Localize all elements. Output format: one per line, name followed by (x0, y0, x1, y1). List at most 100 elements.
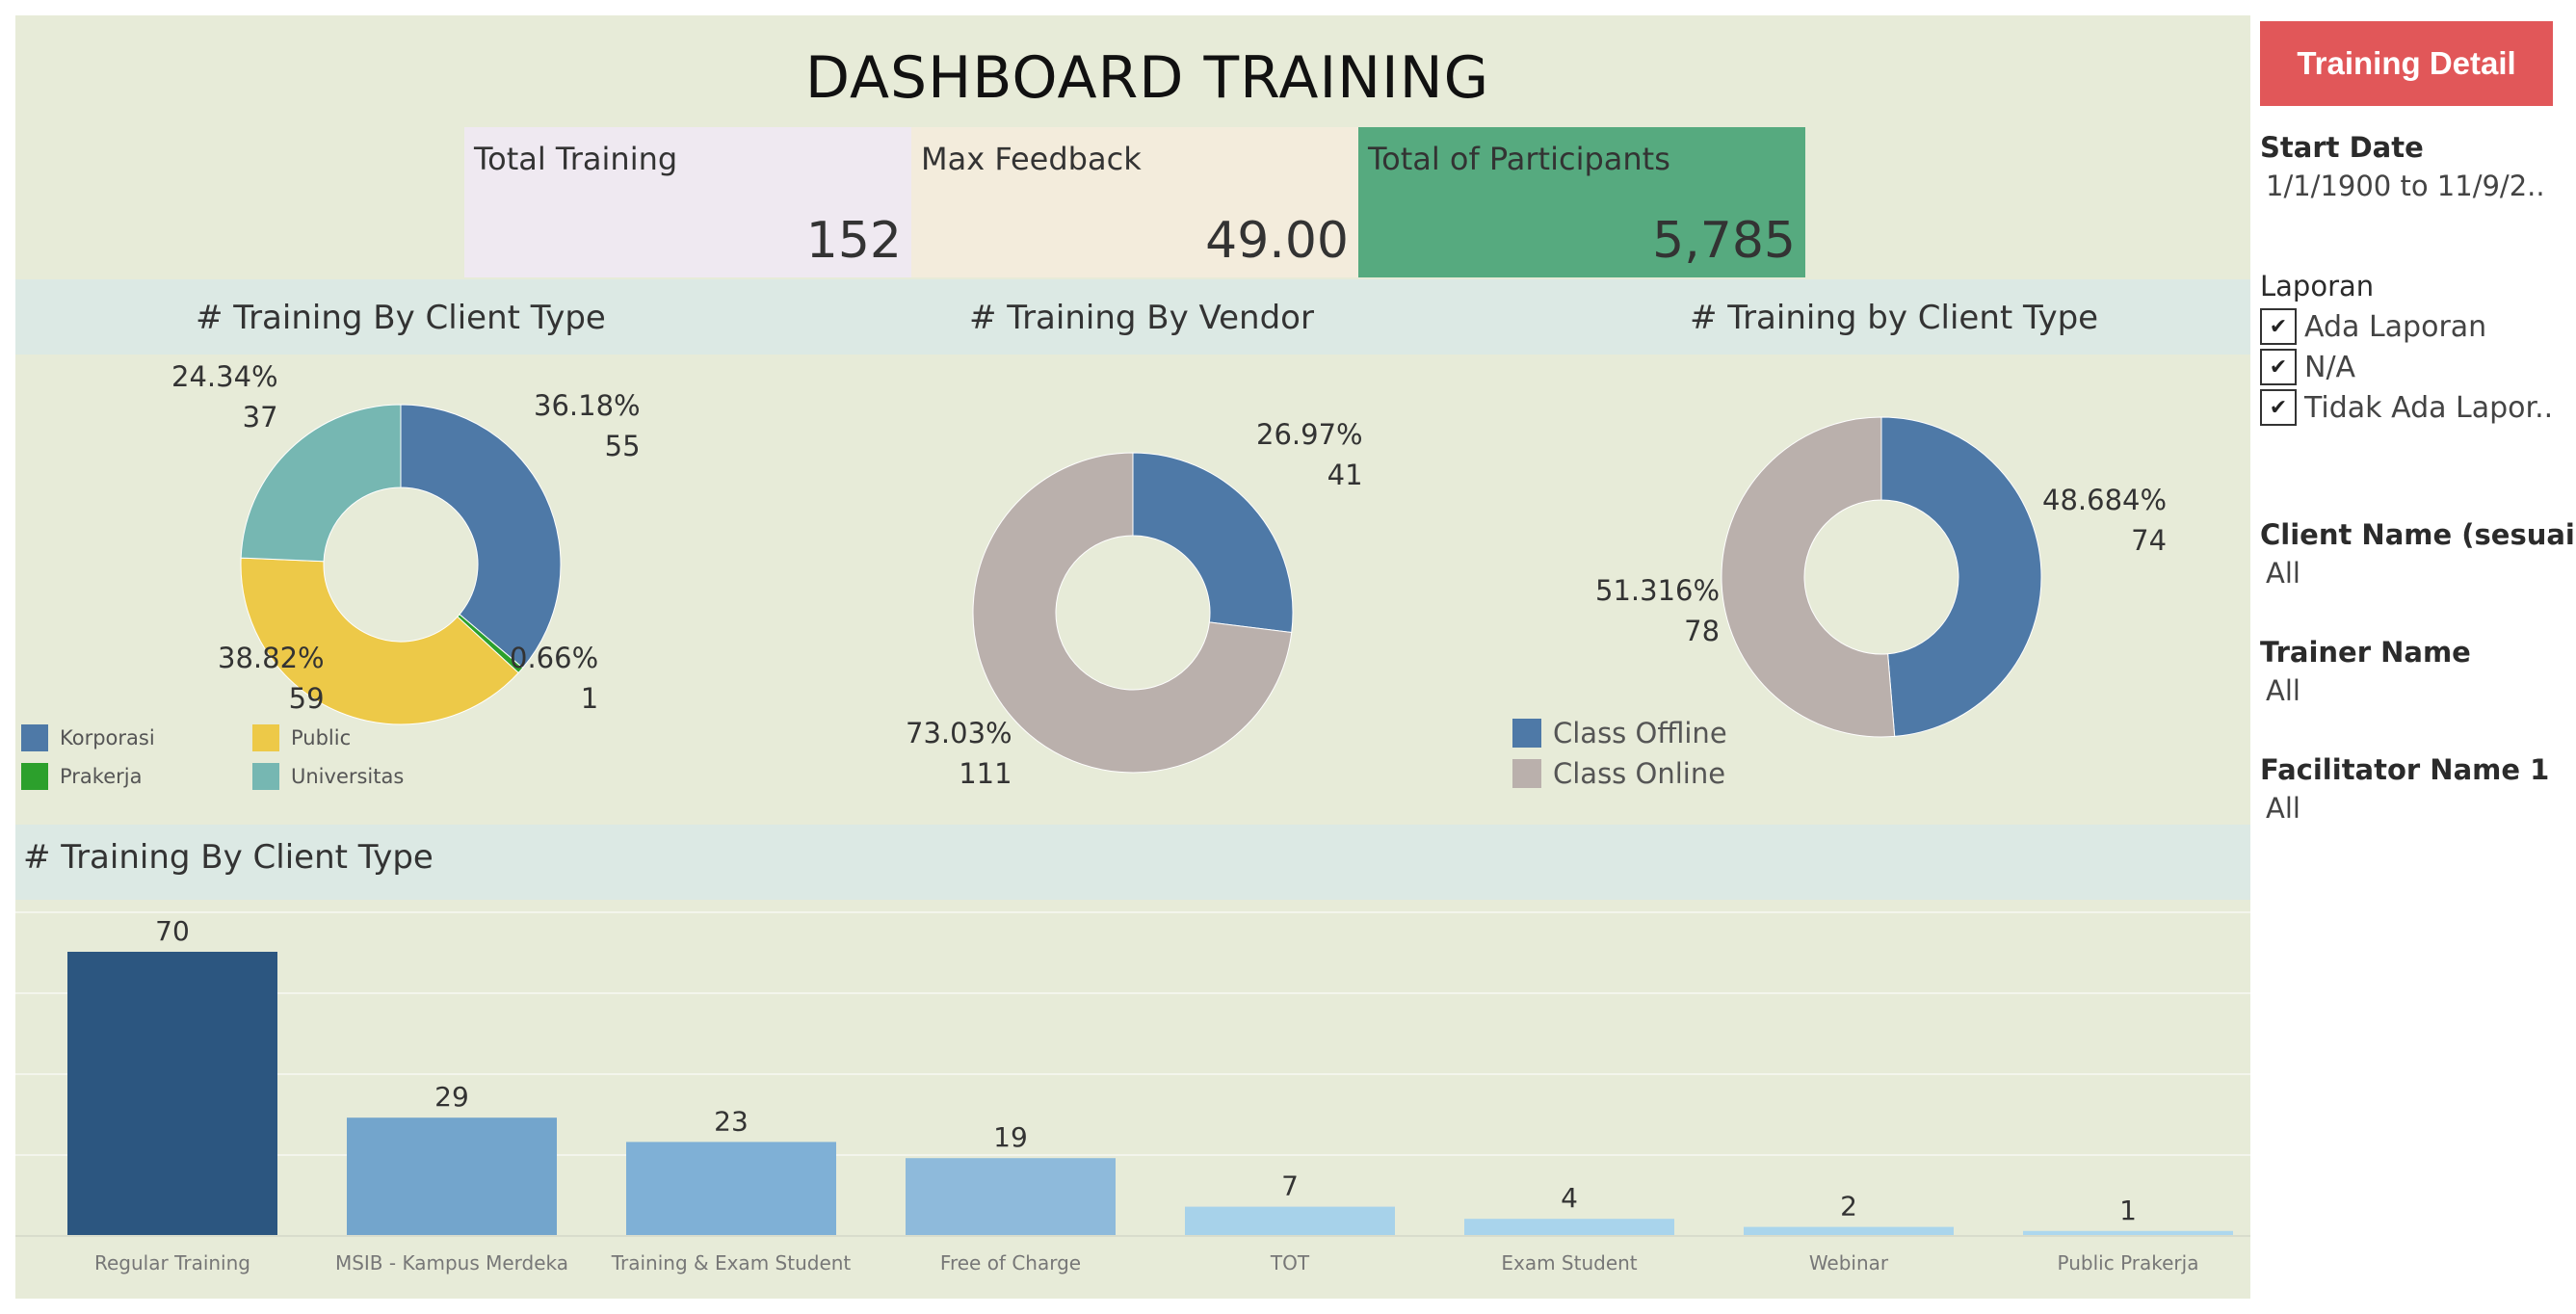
bar-webinar[interactable] (1744, 1226, 1954, 1235)
legend-item-public[interactable]: Public (252, 724, 351, 751)
checkbox-label: Ada Laporan (2304, 309, 2487, 344)
pie-label-percent: 48.684% (2042, 484, 2168, 516)
laporan-option-na[interactable]: ✔ N/A (2260, 349, 2355, 385)
kpi-total-training: Total Training 152 (464, 127, 911, 277)
kpi-label: Total Training (474, 141, 678, 177)
laporan-option-ada-laporan[interactable]: ✔ Ada Laporan (2260, 308, 2486, 345)
pie-label-value: 1 (580, 682, 599, 715)
legend-label: Korporasi (60, 726, 155, 749)
bar-chart[interactable]: 70 Regular Training 29 MSIB - Kampus Merdek… (15, 911, 2250, 1297)
class-donut-chart[interactable] (1689, 384, 2074, 770)
pie-label-vendor-1: 26.97% 41 (1256, 414, 1363, 495)
bar-exam-student[interactable] (1464, 1219, 1674, 1235)
bar-msib-kampus-merdeka[interactable] (347, 1117, 557, 1235)
checkbox-icon[interactable]: ✔ (2260, 389, 2297, 426)
legend-label: Public (291, 726, 352, 749)
pie-label-value: 74 (2131, 524, 2168, 557)
training-detail-button[interactable]: Training Detail (2260, 21, 2553, 106)
checkbox-icon[interactable]: ✔ (2260, 349, 2297, 385)
bar-value-label: 7 (1281, 1170, 1299, 1202)
client-name-filter-title: Client Name (sesuai .. (2260, 518, 2576, 551)
bar-chart-title: # Training By Client Type (23, 838, 434, 877)
x-tick-label: TOT (1270, 1251, 1310, 1275)
pie-label-universitas: 24.34% 37 (171, 356, 278, 437)
client-type-donut-title: # Training By Client Type (196, 299, 606, 337)
pie-label-value: 37 (242, 401, 278, 434)
facilitator-name-filter-title: Facilitator Name 1 (2260, 753, 2550, 786)
x-tick-label: Regular Training (94, 1251, 250, 1275)
x-tick-label: MSIB - Kampus Merdeka (335, 1251, 568, 1275)
bar-value-label: 70 (155, 915, 190, 947)
pie-label-percent: 26.97% (1256, 418, 1363, 451)
kpi-value: 5,785 (1652, 212, 1796, 270)
pie-label-percent: 73.03% (906, 717, 1012, 749)
bar-tot[interactable] (1185, 1206, 1395, 1235)
bar-value-label: 2 (1840, 1191, 1857, 1222)
legend-item-class-offline[interactable]: Class Offline (1512, 717, 1727, 749)
x-tick-label: Public Prakerja (2058, 1251, 2199, 1275)
pie-label-vendor-2: 73.03% 111 (906, 713, 1012, 794)
start-date-filter-title: Start Date (2260, 131, 2424, 164)
vendor-donut-title: # Training By Vendor (969, 299, 1314, 337)
trainer-name-filter-title: Trainer Name (2260, 636, 2471, 669)
legend-swatch (21, 724, 48, 751)
legend-label: Prakerja (60, 765, 143, 788)
checkbox-icon[interactable]: ✔ (2260, 308, 2297, 345)
dashboard-canvas: DASHBOARD TRAINING Total Training 152 Ma… (15, 15, 2250, 1299)
legend-swatch (252, 724, 279, 751)
bar-value-label: 1 (2119, 1195, 2137, 1226)
laporan-filter-title: Laporan (2260, 270, 2375, 302)
legend-item-universitas[interactable]: Universitas (252, 763, 404, 790)
pie-label-korporasi: 36.18% 55 (534, 385, 641, 466)
pie-label-value: 111 (959, 757, 1012, 790)
kpi-total-participants: Total of Participants 5,785 (1358, 127, 1805, 277)
dashboard-title: DASHBOARD TRAINING (804, 44, 1490, 112)
legend-item-korporasi[interactable]: Korporasi (21, 724, 155, 751)
pie-label-public: 38.82% 59 (218, 638, 325, 719)
kpi-value: 49.00 (1205, 212, 1349, 270)
checkbox-label: Tidak Ada Lapor.. (2304, 390, 2554, 425)
legend-item-prakerja[interactable]: Prakerja (21, 763, 142, 790)
x-tick-label: Training & Exam Student (611, 1251, 852, 1275)
class-slice-class-offline[interactable] (1880, 416, 2042, 737)
facilitator-name-filter-value[interactable]: All (2266, 792, 2300, 825)
start-date-filter-value[interactable]: 1/1/1900 to 11/9/2.. (2266, 170, 2545, 202)
kpi-label: Max Feedback (921, 141, 1142, 177)
laporan-option-tidak-ada-laporan[interactable]: ✔ Tidak Ada Lapor.. (2260, 389, 2553, 426)
pie-label-percent: 0.66% (510, 642, 599, 674)
x-tick-label: Free of Charge (940, 1251, 1081, 1275)
pie-label-value: 78 (1684, 615, 1721, 647)
legend-swatch (1512, 759, 1541, 788)
x-tick-label: Exam Student (1501, 1251, 1637, 1275)
pie-label-class-online: 51.316% 78 (1595, 570, 1720, 651)
pie-label-percent: 24.34% (171, 360, 278, 393)
checkbox-label: N/A (2304, 350, 2356, 384)
legend-label: Class Offline (1553, 717, 1727, 749)
pie-label-prakerja: 0.66% 1 (510, 638, 598, 719)
legend-swatch (252, 763, 279, 790)
bar-value-label: 19 (993, 1121, 1028, 1153)
pie-label-percent: 36.18% (534, 389, 641, 422)
bar-free-of-charge[interactable] (906, 1158, 1116, 1235)
class-slice-class-online[interactable] (1721, 416, 1896, 738)
pie-label-percent: 51.316% (1595, 574, 1721, 607)
pie-label-value: 59 (288, 682, 325, 715)
bar-public-prakerja[interactable] (2023, 1230, 2233, 1235)
legend-item-class-online[interactable]: Class Online (1512, 757, 1725, 790)
legend-swatch (21, 763, 48, 790)
bar-value-label: 4 (1561, 1182, 1578, 1214)
trainer-name-filter-value[interactable]: All (2266, 674, 2300, 707)
kpi-value: 152 (805, 212, 902, 270)
bar-value-label: 29 (434, 1081, 469, 1113)
pie-label-value: 41 (1327, 459, 1363, 491)
bar-training-exam-student[interactable] (626, 1142, 836, 1235)
kpi-max-feedback: Max Feedback 49.00 (911, 127, 1358, 277)
filter-panel: Training Detail Start Date 1/1/1900 to 1… (2260, 19, 2576, 886)
legend-swatch (1512, 719, 1541, 748)
legend-label: Universitas (291, 765, 405, 788)
class-donut-title: # Training by Client Type (1690, 299, 2099, 337)
client-name-filter-value[interactable]: All (2266, 557, 2300, 590)
kpi-label: Total of Participants (1368, 141, 1670, 177)
legend-label: Class Online (1553, 757, 1726, 790)
bar-regular-training[interactable] (67, 952, 277, 1235)
